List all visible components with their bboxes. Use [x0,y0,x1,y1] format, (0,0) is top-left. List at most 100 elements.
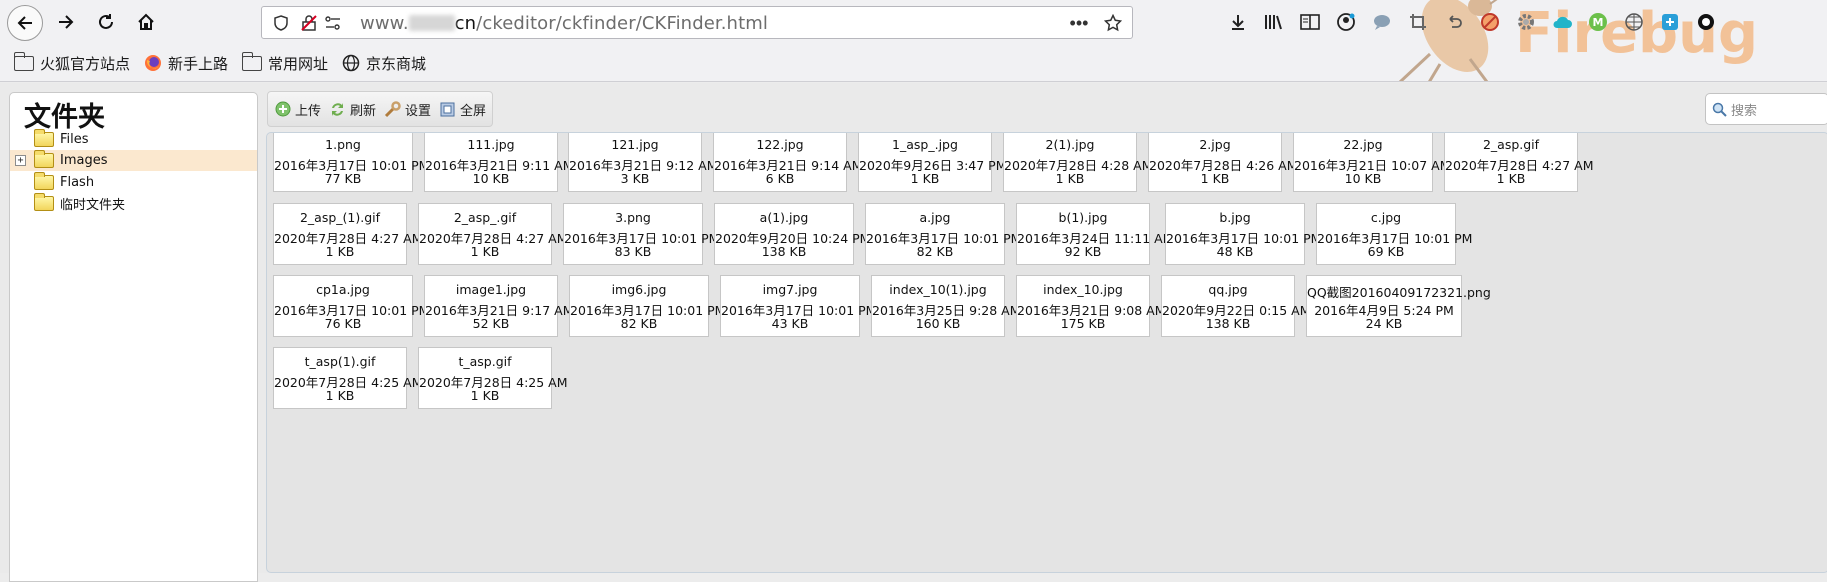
file-item[interactable]: 122.jpg 2016年3月21日 9:14 AM 6 KB [713,133,863,192]
folder-tree-item-temp[interactable]: 临时文件夹 [10,193,257,214]
file-name: 2_asp_(1).gif [299,210,381,225]
file-item[interactable]: 2(1).jpg 2020年7月28日 4:28 AM 1 KB [1003,133,1153,192]
forward-button[interactable] [49,6,83,38]
file-name: 1.png [325,137,361,152]
file-item[interactable]: cp1a.jpg 2016年3月17日 10:01 PM 76 KB [273,275,429,337]
bookmark-label: 京东商城 [366,54,427,73]
gear-icon[interactable] [1513,9,1539,35]
insecure-lock-icon[interactable] [300,14,318,32]
fullscreen-button[interactable]: 全屏 [439,100,486,119]
file-item[interactable]: 2_asp.gif 2020年7月28日 4:27 AM 1 KB [1444,133,1594,192]
cloud-icon[interactable] [1549,9,1575,35]
file-item[interactable]: 111.jpg 2016年3月21日 9:11 AM 10 KB [424,133,574,192]
page-actions-ellipsis-icon[interactable]: ••• [1070,13,1089,33]
home-button[interactable] [129,6,163,38]
upload-button[interactable]: 上传 [274,100,321,119]
file-item[interactable]: image1.jpg 2016年3月21日 9:17 AM 52 KB [424,275,574,337]
file-name: image1.jpg [455,282,527,297]
file-item[interactable]: 3.png 2016年3月17日 10:01 PM 83 KB [563,203,719,265]
file-name: b(1).jpg [1058,210,1108,225]
chat-icon[interactable] [1369,9,1395,35]
file-item[interactable]: index_10(1).jpg 2016年3月25日 9:28 AM 160 KB [871,275,1021,337]
upload-icon [274,101,291,118]
search-icon [1712,102,1727,117]
folder-tree-item-images[interactable]: + Images [10,150,257,171]
bookmark-label: 火狐官方站点 [40,54,131,73]
settings-button[interactable]: 设置 [384,100,431,119]
file-item[interactable]: qq.jpg 2020年9月22日 0:15 AM 138 KB [1161,275,1311,337]
file-item[interactable]: b(1).jpg 2016年3月24日 11:11 AM 92 KB [1016,203,1173,265]
bookmark-item[interactable]: 新手上路 [144,53,228,74]
files-grid: 1.png 2016年3月17日 10:01 PM 77 KB 111.jpg 2016… [266,132,1827,573]
shield-icon[interactable] [272,14,290,32]
browser-chrome: Firebug www. cn/ckeditor/ckfinder/CKFind… [0,0,1827,82]
file-item[interactable]: a.jpg 2016年3月17日 10:01 PM 82 KB [865,203,1021,265]
undo-icon[interactable] [1441,9,1467,35]
file-item[interactable]: QQ截图20160409172321.png 2016年4月9日 5:24 PM 2… [1306,275,1491,337]
url-prefix: www. [360,13,409,34]
navigation-bar: www. cn/ckeditor/ckfinder/CKFinder.html •… [0,0,1827,44]
url-bar[interactable]: www. cn/ckeditor/ckfinder/CKFinder.html •… [261,6,1133,39]
file-size: 1 KB [325,388,355,403]
file-item[interactable]: 2_asp_.gif 2020年7月28日 4:27 AM 1 KB [418,203,568,265]
folder-tree-item-files[interactable]: Files [10,129,257,150]
file-name: 122.jpg [756,137,804,152]
file-item[interactable]: a(1).jpg 2020年9月20日 10:24 PM 138 KB [714,203,870,265]
fullscreen-icon [439,101,456,118]
file-item[interactable]: 1.png 2016年3月17日 10:01 PM 77 KB [273,133,429,192]
library-icon[interactable] [1261,9,1287,35]
url-domain-tail: cn [454,13,477,34]
bookmark-star-icon[interactable] [1104,14,1122,32]
file-item[interactable]: img6.jpg 2016年3月17日 10:01 PM 82 KB [569,275,725,337]
file-size: 92 KB [1064,244,1102,259]
svg-text:M: M [1593,16,1604,29]
file-name: img7.jpg [762,282,818,297]
m-badge-icon[interactable]: M [1585,9,1611,35]
file-name: 1_asp_.jpg [892,137,958,152]
folder-tree-item-flash[interactable]: Flash [10,172,257,193]
file-name: index_10.jpg [1043,282,1123,297]
file-size: 24 KB [1365,316,1403,331]
file-item[interactable]: 2.jpg 2020年7月28日 4:26 AM 1 KB [1148,133,1298,192]
account-icon[interactable] [1333,9,1359,35]
reload-button[interactable] [89,6,123,38]
search-input[interactable]: 搜索 [1705,93,1827,125]
file-size: 69 KB [1367,244,1405,259]
file-item[interactable]: index_10.jpg 2016年3月21日 9:08 AM 175 KB [1016,275,1166,337]
back-button[interactable] [7,5,43,41]
circle-icon[interactable] [1693,9,1719,35]
crop-icon[interactable] [1405,9,1431,35]
settings-label: 设置 [405,103,432,119]
bookmark-item[interactable]: 京东商城 [342,53,426,74]
permissions-icon[interactable] [324,14,342,32]
file-size: 77 KB [324,171,362,186]
file-item[interactable]: t_asp.gif 2020年7月28日 4:25 AM 1 KB [418,347,568,409]
bookmark-item[interactable]: 常用网址 [241,51,328,74]
file-item[interactable]: 121.jpg 2016年3月21日 9:12 AM 3 KB [568,133,718,192]
file-item[interactable]: 2_asp_(1).gif 2020年7月28日 4:27 AM 1 KB [273,203,423,265]
file-item[interactable]: t_asp(1).gif 2020年7月28日 4:25 AM 1 KB [273,347,423,409]
file-name: 2_asp.gif [1482,137,1540,152]
file-item[interactable]: b.jpg 2016年3月17日 10:01 PM 48 KB [1165,203,1321,265]
grid-globe-icon[interactable] [1621,9,1647,35]
file-size: 3 KB [620,171,650,186]
file-name: img6.jpg [611,282,667,297]
bookmark-item[interactable]: 火狐官方站点 [13,51,131,74]
expand-icon[interactable]: + [15,155,26,166]
file-size: 138 KB [1205,316,1251,331]
folder-icon [34,193,54,211]
refresh-icon [329,101,346,118]
url-text[interactable]: www. cn/ckeditor/ckfinder/CKFinder.html [360,13,768,34]
file-name: a(1).jpg [759,210,809,225]
reader-view-icon[interactable] [1297,9,1323,35]
file-item[interactable]: img7.jpg 2016年3月17日 10:01 PM 43 KB [720,275,876,337]
file-item[interactable]: 1_asp_.jpg 2020年9月26日 3:47 PM 1 KB [858,133,1007,192]
refresh-button[interactable]: 刷新 [329,100,376,119]
download-icon[interactable] [1225,9,1251,35]
file-item[interactable]: c.jpg 2016年3月17日 10:01 PM 69 KB [1316,203,1472,265]
file-name: 121.jpg [611,137,659,152]
block-icon[interactable] [1477,9,1503,35]
folder-icon [34,172,54,190]
file-item[interactable]: 22.jpg 2016年3月21日 10:07 AM 10 KB [1293,133,1450,192]
puzzle-icon[interactable] [1657,9,1683,35]
